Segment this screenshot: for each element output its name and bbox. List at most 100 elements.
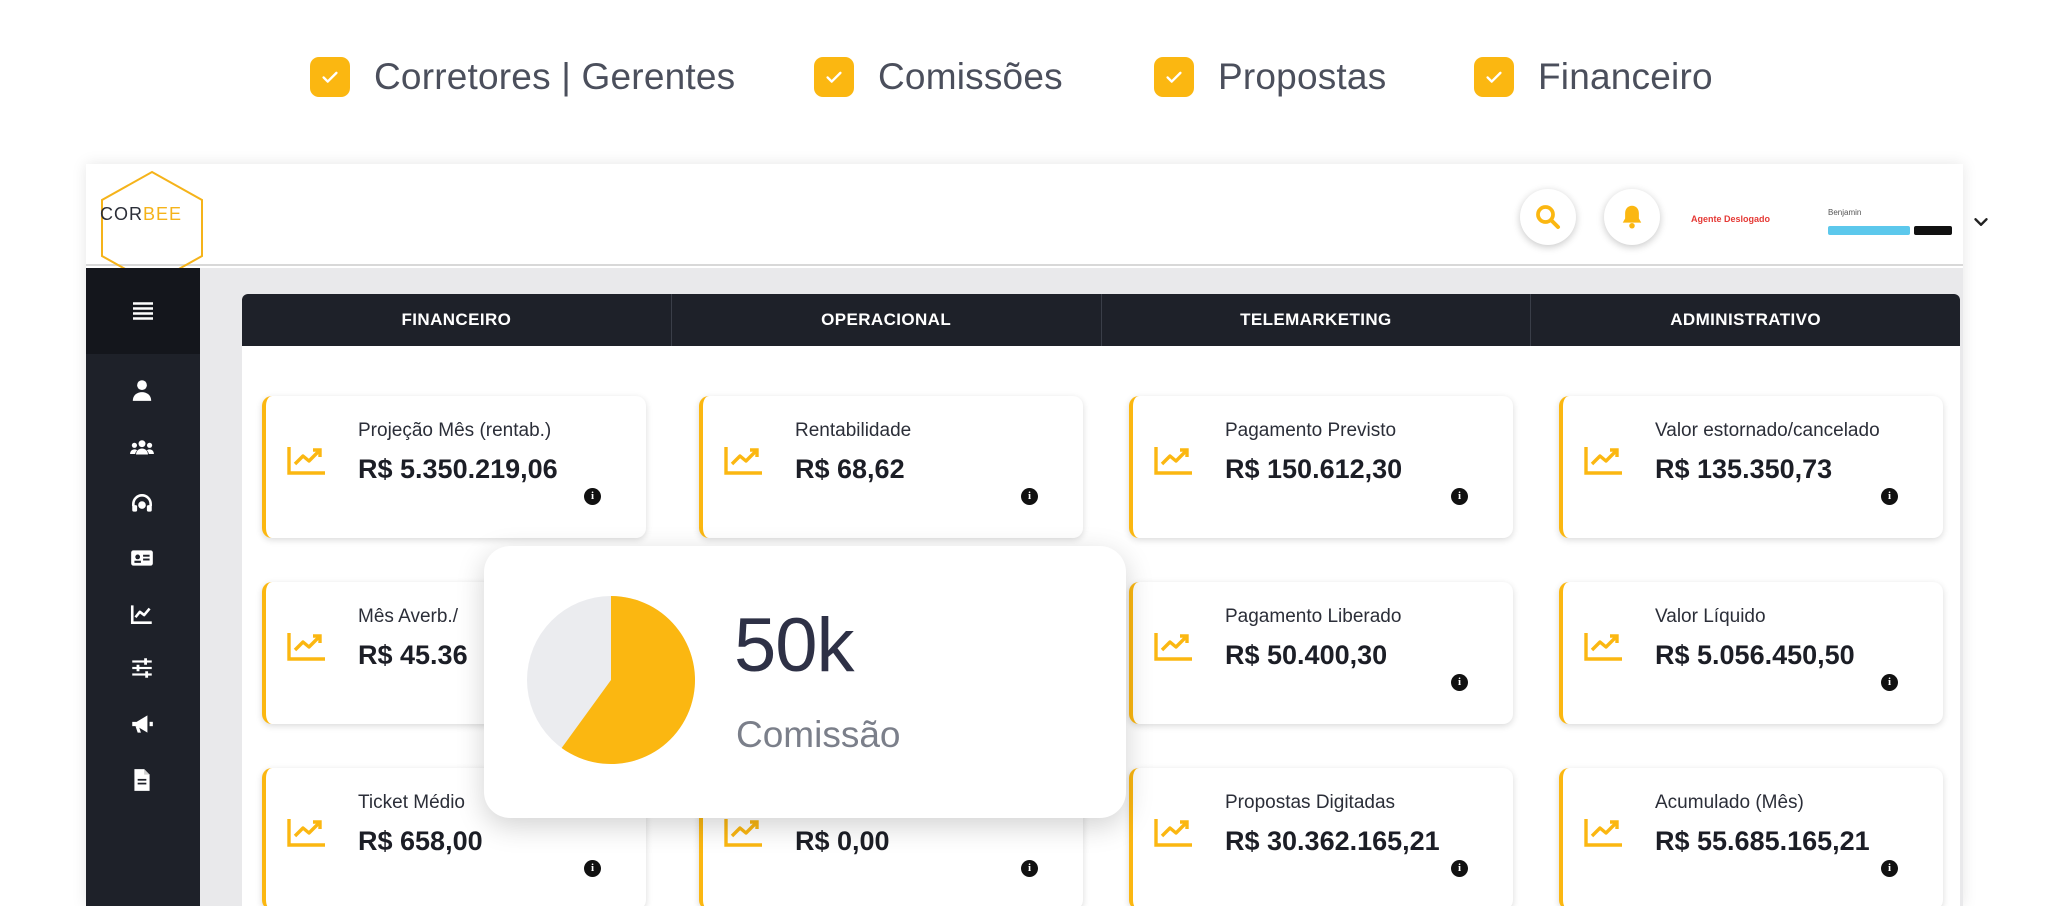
- info-icon[interactable]: i: [1451, 674, 1468, 691]
- checkbox-checked-icon: [814, 57, 854, 97]
- card-title: Mês Averb./: [358, 606, 458, 627]
- trend-chart-icon: [287, 819, 325, 847]
- menu-icon: [133, 302, 153, 320]
- logo-text: CORBEE: [100, 204, 183, 224]
- feature-item: Propostas: [1154, 52, 1386, 102]
- card-title: Ticket Médio: [358, 792, 465, 813]
- trend-chart-icon: [724, 447, 762, 475]
- feature-label: Comissões: [878, 56, 1063, 97]
- sidebar-item-settings[interactable]: [126, 652, 158, 684]
- card-title: Valor estornado/cancelado: [1655, 420, 1880, 441]
- card-value: R$ 68,62: [795, 454, 905, 484]
- info-icon[interactable]: i: [1881, 860, 1898, 877]
- tab-telemarketing[interactable]: TELEMARKETING: [1102, 294, 1532, 346]
- card-value: R$ 0,00: [795, 826, 890, 856]
- info-icon[interactable]: i: [584, 860, 601, 877]
- notifications-button[interactable]: [1604, 189, 1660, 245]
- sidebar-item-user[interactable]: [126, 374, 158, 406]
- commission-value: 50k: [734, 603, 855, 688]
- card-value: R$ 45.36: [358, 640, 468, 670]
- bell-icon: [1622, 205, 1642, 229]
- card-title: Acumulado (Mês): [1655, 792, 1804, 813]
- user-badge: [1828, 226, 1910, 235]
- page-root: Corretores | Gerentes Comissões Proposta…: [0, 0, 2048, 906]
- stat-card[interactable]: Projeção Mês (rentab.) R$ 5.350.219,06 i: [262, 396, 646, 538]
- card-title: Rentabilidade: [795, 420, 912, 441]
- card-title: Valor Líquido: [1655, 606, 1766, 627]
- stat-card[interactable]: Valor Líquido R$ 5.056.450,50 i: [1559, 582, 1943, 724]
- stat-card[interactable]: Rentabilidade R$ 68,62 i: [699, 396, 1083, 538]
- card-value: R$ 5.350.219,06: [358, 454, 558, 484]
- search-button[interactable]: [1520, 189, 1576, 245]
- trend-chart-icon: [724, 819, 762, 847]
- feature-label: Corretores | Gerentes: [374, 56, 736, 97]
- checkbox-checked-icon: [1474, 57, 1514, 97]
- sidebar-item-users[interactable]: [126, 432, 158, 464]
- trend-chart-icon: [1154, 447, 1192, 475]
- sidebar-item-support[interactable]: [126, 488, 158, 520]
- feature-item: Financeiro: [1474, 52, 1713, 102]
- info-icon[interactable]: i: [1451, 860, 1468, 877]
- agent-status: Agente Deslogado: [1691, 214, 1771, 224]
- trend-chart-icon: [1584, 633, 1622, 661]
- info-icon[interactable]: i: [1881, 674, 1898, 691]
- card-value: R$ 5.056.450,50: [1655, 640, 1855, 670]
- stat-card[interactable]: Valor estornado/cancelado R$ 135.350,73 …: [1559, 396, 1943, 538]
- sidebar-item-campaigns[interactable]: [126, 708, 158, 740]
- search-icon: [1536, 205, 1560, 229]
- commission-pie-chart: [527, 596, 696, 764]
- top-bar: CORBEE Agente Deslogado Benjamin: [86, 164, 1988, 286]
- commission-widget: 50k Comissão: [484, 546, 1126, 818]
- card-value: R$ 150.612,30: [1225, 454, 1403, 484]
- user-icon: [132, 380, 152, 401]
- info-icon[interactable]: i: [1881, 488, 1898, 505]
- info-icon[interactable]: i: [584, 488, 601, 505]
- feature-label: Financeiro: [1538, 56, 1713, 97]
- sidebar-item-reports[interactable]: [126, 598, 158, 630]
- card-value: R$ 55.685.165,21: [1655, 826, 1870, 856]
- checkbox-checked-icon: [310, 57, 350, 97]
- sidebar: [86, 268, 200, 906]
- trend-chart-icon: [1154, 633, 1192, 661]
- info-icon[interactable]: i: [1021, 860, 1038, 877]
- megaphone-icon: [132, 715, 153, 733]
- trend-chart-icon: [1584, 447, 1622, 475]
- headset-icon: [132, 494, 152, 512]
- document-icon: [134, 769, 150, 791]
- id-card-icon: [131, 550, 153, 566]
- chevron-down-icon[interactable]: [1970, 211, 1992, 233]
- tab-bar: FINANCEIRO OPERACIONAL TELEMARKETING ADM…: [242, 294, 1960, 346]
- menu-toggle[interactable]: [86, 268, 200, 354]
- user-name[interactable]: Benjamin: [1828, 208, 1861, 217]
- feature-item: Corretores | Gerentes: [310, 52, 735, 102]
- stat-card[interactable]: Pagamento Liberado R$ 50.400,30 i: [1129, 582, 1513, 724]
- card-value: R$ 135.350,73: [1655, 454, 1833, 484]
- tab-administrativo[interactable]: ADMINISTRATIVO: [1531, 294, 1960, 346]
- card-title: Projeção Mês (rentab.): [358, 420, 552, 441]
- feature-item: Comissões: [814, 52, 1063, 102]
- feature-label: Propostas: [1218, 56, 1387, 97]
- trend-chart-icon: [287, 447, 325, 475]
- trend-chart-icon: [1584, 819, 1622, 847]
- stat-card[interactable]: Acumulado (Mês) R$ 55.685.165,21 i: [1559, 768, 1943, 906]
- card-value: R$ 30.362.165,21: [1225, 826, 1440, 856]
- card-title: Pagamento Liberado: [1225, 606, 1402, 627]
- trend-chart-icon: [287, 633, 325, 661]
- version-badge: [1914, 226, 1952, 235]
- card-title: Pagamento Previsto: [1225, 420, 1397, 441]
- stat-card[interactable]: Pagamento Previsto R$ 150.612,30 i: [1129, 396, 1513, 538]
- chart-icon: [130, 605, 152, 624]
- card-value: R$ 50.400,30: [1225, 640, 1388, 670]
- sidebar-item-documents[interactable]: [126, 764, 158, 796]
- tab-financeiro[interactable]: FINANCEIRO: [242, 294, 672, 346]
- checkbox-checked-icon: [1154, 57, 1194, 97]
- stat-card[interactable]: Propostas Digitadas R$ 30.362.165,21 i: [1129, 768, 1513, 906]
- card-title: Propostas Digitadas: [1225, 792, 1396, 813]
- tab-operacional[interactable]: OPERACIONAL: [672, 294, 1102, 346]
- info-icon[interactable]: i: [1451, 488, 1468, 505]
- trend-chart-icon: [1154, 819, 1192, 847]
- sidebar-item-id-card[interactable]: [126, 542, 158, 574]
- card-value: R$ 658,00: [358, 826, 483, 856]
- commission-label: Comissão: [736, 714, 901, 755]
- info-icon[interactable]: i: [1021, 488, 1038, 505]
